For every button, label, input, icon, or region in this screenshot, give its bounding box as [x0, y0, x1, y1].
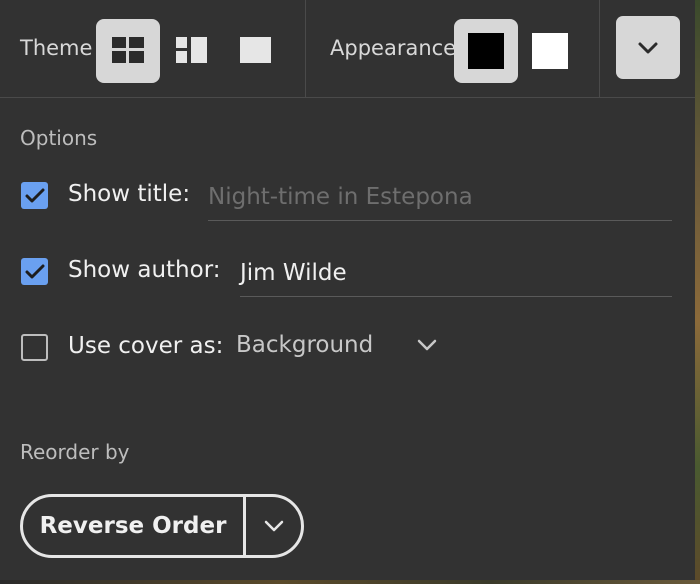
- checkmark-icon: [25, 188, 44, 202]
- reverse-order-button[interactable]: Reverse Order: [23, 497, 243, 555]
- theme-single-button[interactable]: [224, 19, 288, 83]
- reorder-split-button: Reverse Order: [20, 494, 304, 558]
- toolbar-divider: [599, 0, 600, 97]
- appearance-dark-button[interactable]: [454, 19, 518, 83]
- title-input[interactable]: Night-time in Estepona: [208, 180, 672, 221]
- author-value: Jim Wilde: [240, 260, 347, 286]
- theme-columns-button[interactable]: [160, 19, 224, 83]
- author-input[interactable]: Jim Wilde: [240, 256, 672, 297]
- background-photo-edge-bottom: [0, 580, 700, 584]
- theme-label: Theme: [20, 36, 93, 60]
- columns-layout-icon: [176, 37, 207, 63]
- cover-select[interactable]: Background: [236, 332, 373, 358]
- reorder-options-button[interactable]: [246, 497, 301, 555]
- options-heading: Options: [20, 126, 98, 150]
- toolbar-divider: [305, 0, 306, 97]
- reorder-heading: Reorder by: [20, 440, 130, 464]
- use-cover-checkbox[interactable]: [21, 334, 48, 361]
- chevron-down-icon: [264, 520, 283, 532]
- checkmark-icon: [25, 264, 44, 278]
- single-layout-icon: [240, 37, 271, 63]
- show-author-label: Show author:: [68, 257, 221, 283]
- theme-grid-button[interactable]: [96, 19, 160, 83]
- title-placeholder: Night-time in Estepona: [208, 184, 473, 210]
- grid-layout-icon: [112, 37, 144, 63]
- dark-swatch-icon: [468, 33, 504, 69]
- light-swatch-icon: [532, 33, 568, 69]
- collapse-panel-button[interactable]: [616, 16, 680, 79]
- toolbar: Theme Appearance: [0, 0, 695, 98]
- show-author-checkbox[interactable]: [21, 258, 48, 285]
- use-cover-label: Use cover as:: [68, 333, 224, 359]
- show-title-checkbox[interactable]: [21, 182, 48, 209]
- chevron-down-icon[interactable]: [416, 338, 438, 352]
- appearance-light-button[interactable]: [518, 19, 582, 83]
- appearance-label: Appearance: [330, 36, 457, 60]
- chevron-down-icon: [638, 42, 658, 53]
- background-photo-edge: [695, 0, 700, 584]
- show-title-label: Show title:: [68, 181, 191, 207]
